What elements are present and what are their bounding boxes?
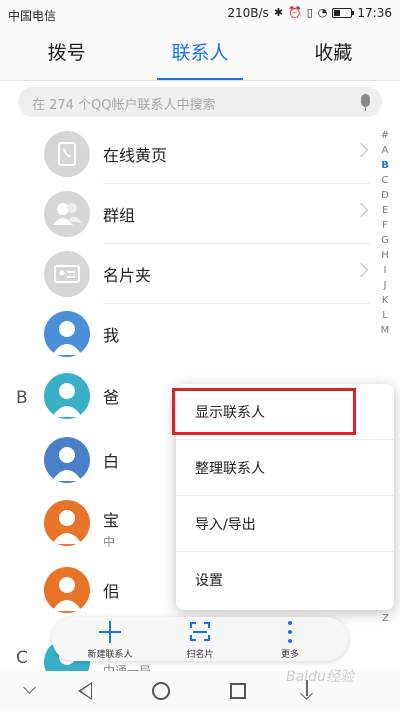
net-speed: 210B/s [227, 6, 269, 20]
contact-name: 白 [103, 452, 120, 471]
person-icon [44, 567, 90, 613]
avatar [44, 567, 90, 613]
carrier-name: 中国电信 [8, 9, 57, 23]
index-letter[interactable]: H [381, 248, 389, 263]
person-icon [44, 500, 90, 546]
chevron-right-icon [353, 202, 369, 218]
scan-icon [190, 622, 210, 641]
index-letter[interactable]: M [381, 323, 390, 338]
highlight-box [172, 388, 356, 435]
list-item-label: 群组 [103, 206, 136, 225]
list-item-label: 在线黄页 [103, 146, 168, 165]
index-letter[interactable]: Z [382, 613, 389, 624]
search-input[interactable]: 在 274 个QQ帐户联系人中搜索 [18, 87, 382, 117]
index-letter[interactable]: A [382, 143, 389, 158]
index-letter[interactable]: K [382, 293, 389, 308]
menu-item-import-export[interactable]: 导入/导出 [176, 496, 394, 552]
tab-bar: 拨号 联系人 收藏 [0, 28, 400, 80]
new-contact-button[interactable]: 新建联系人 [70, 617, 150, 661]
business-card-icon [44, 251, 90, 297]
avatar [44, 500, 90, 546]
menu-item-label: 导入/导出 [195, 517, 256, 533]
more-label: 更多 [280, 650, 299, 660]
tab-contacts[interactable]: 联系人 [133, 28, 266, 80]
watermark: Baidu经验 [286, 669, 354, 685]
chevron-right-icon [353, 262, 369, 278]
tab-dialer[interactable]: 拨号 [0, 28, 133, 80]
contact-name: 佀 [103, 582, 120, 601]
tab-divider [0, 80, 400, 81]
list-item-groups[interactable]: 群组 [0, 184, 370, 244]
phone-book-icon [44, 131, 90, 177]
person-icon [44, 373, 90, 419]
index-letter[interactable]: G [381, 233, 389, 248]
avatar [44, 437, 90, 483]
contact-name: 我 [103, 326, 120, 345]
index-letter[interactable]: F [382, 218, 388, 233]
more-button[interactable]: 更多 [250, 617, 330, 661]
scan-card-label: 扫名片 [186, 650, 214, 660]
scan-card-button[interactable]: 扫名片 [160, 617, 240, 661]
home-icon[interactable] [152, 682, 170, 700]
avatar [44, 311, 90, 357]
menu-item-label: 设置 [195, 573, 223, 589]
list-item-yellow-pages[interactable]: 在线黄页 [0, 124, 370, 184]
index-letter[interactable]: C [382, 173, 389, 188]
menu-item-label: 整理联系人 [195, 461, 265, 477]
list-item-label: 名片夹 [103, 266, 152, 285]
group-icon [44, 191, 90, 237]
index-letter[interactable]: L [382, 308, 388, 323]
contact-subtitle: 中 [103, 535, 116, 549]
menu-item-organize-contacts[interactable]: 整理联系人 [176, 440, 394, 496]
alarm-icon: ⏰ [288, 6, 302, 19]
hide-nav-icon[interactable] [23, 681, 36, 694]
contact-name: 宝 [103, 511, 120, 530]
index-letter[interactable]: E [382, 203, 388, 218]
chevron-right-icon [353, 142, 369, 158]
microphone-icon[interactable] [361, 94, 370, 111]
person-icon [44, 311, 90, 357]
tab-favorites[interactable]: 收藏 [267, 28, 400, 80]
bluetooth-icon: ✱ [273, 6, 284, 19]
recent-apps-icon[interactable] [230, 683, 246, 699]
more-vertical-icon [288, 621, 292, 643]
avatar [44, 373, 90, 419]
new-contact-label: 新建联系人 [87, 650, 133, 660]
index-letter[interactable]: J [384, 278, 387, 293]
person-icon [44, 437, 90, 483]
index-letter[interactable]: I [384, 263, 387, 278]
list-item-business-cards[interactable]: 名片夹 [0, 244, 370, 304]
index-letter[interactable]: D [381, 188, 389, 203]
search-placeholder: 在 274 个QQ帐户联系人中搜索 [32, 98, 216, 113]
action-bar: 新建联系人 扫名片 更多 [52, 617, 348, 661]
contact-name: 爸 [103, 388, 120, 407]
index-letter[interactable]: # [381, 128, 389, 143]
menu-item-settings[interactable]: 设置 [176, 552, 394, 608]
battery-icon [332, 8, 355, 18]
plus-icon [99, 621, 121, 643]
clock: 17:36 [357, 6, 392, 20]
contact-row[interactable]: 我 [0, 304, 370, 364]
vibrate-icon: ▯ [306, 6, 313, 19]
status-bar: 中国电信 210B/s ✱ ⏰ ▯ ◔ 17:36 [0, 0, 400, 28]
wifi-icon: ◔ [317, 6, 328, 19]
index-letter-active[interactable]: B [381, 158, 389, 173]
alphabet-index[interactable]: # A B C D E F G H I J K L M [378, 128, 392, 338]
